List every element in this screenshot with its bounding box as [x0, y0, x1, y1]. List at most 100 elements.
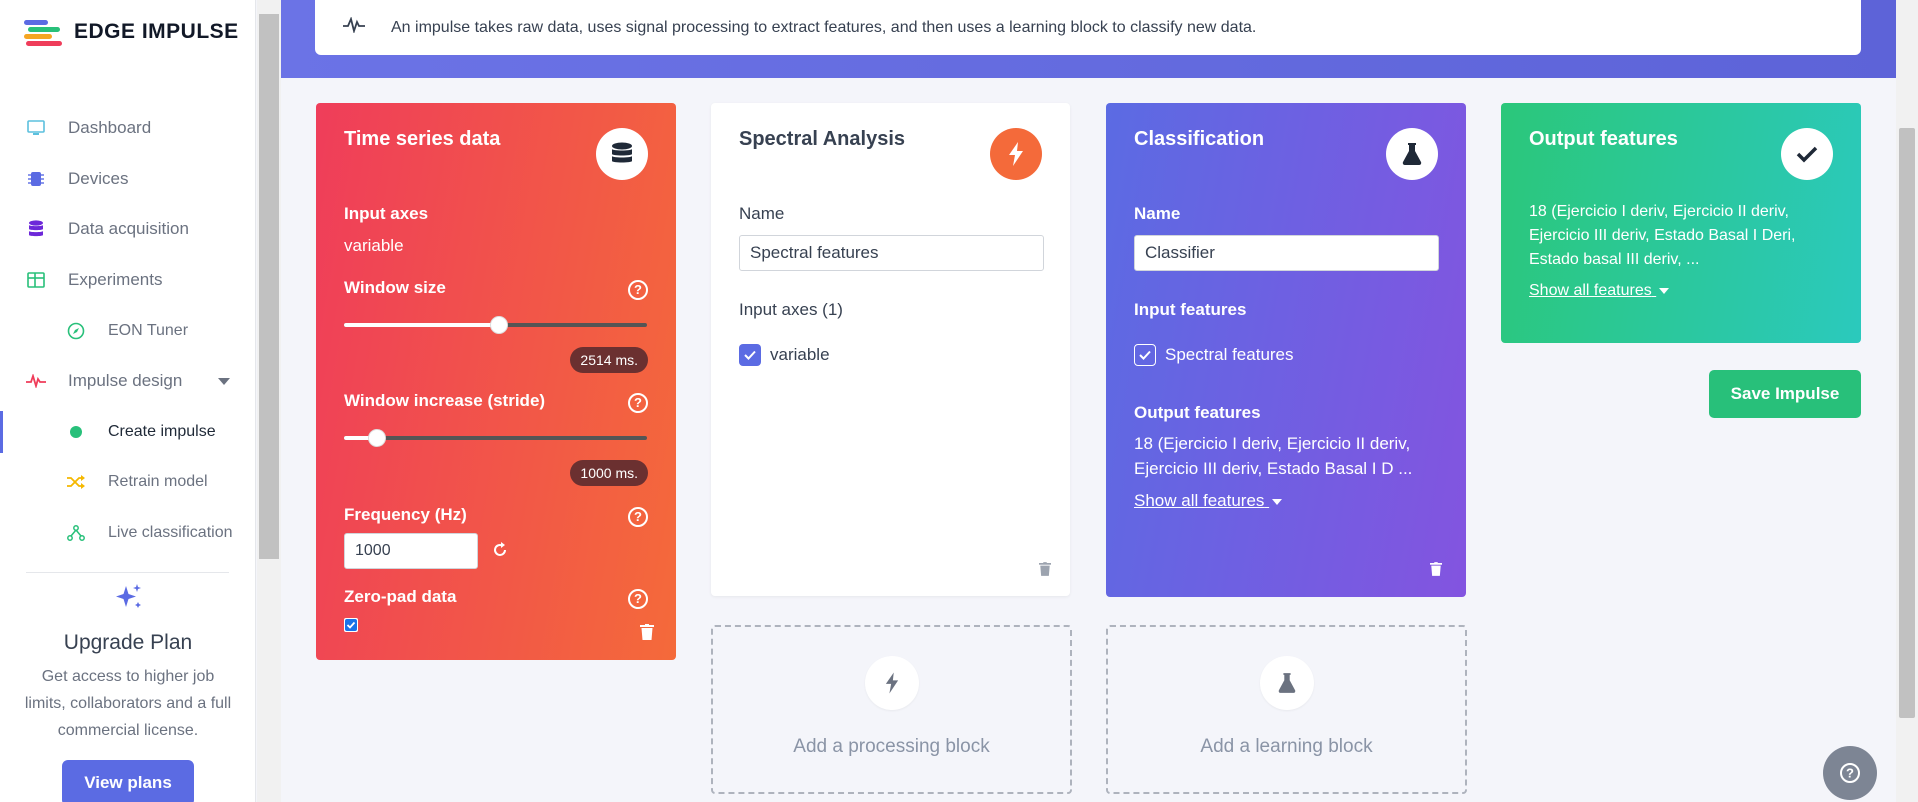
output-features-line: Ejercicio III deriv, Estado Basal I D ..…	[1134, 459, 1413, 478]
flask-icon	[1259, 656, 1314, 710]
database-icon	[596, 128, 648, 180]
block-title: Output features	[1529, 128, 1678, 150]
name-label: Name	[739, 204, 785, 223]
input-axes-label: Input axes (1)	[739, 300, 843, 319]
show-all-features-link[interactable]: Show all features	[1134, 491, 1283, 511]
output-features-line: Estado basal III deriv, ...	[1529, 251, 1700, 268]
trash-icon[interactable]	[1039, 562, 1051, 576]
sparkles-icon	[0, 582, 256, 619]
block-name-input[interactable]	[739, 235, 1044, 271]
upgrade-title: Upgrade Plan	[63, 631, 193, 654]
spectral-analysis-block: Spectral Analysis Name Input axes (1) va…	[711, 103, 1070, 596]
shuffle-icon	[66, 472, 86, 492]
upgrade-text: Get access to higher job limits, collabo…	[24, 668, 232, 739]
sidebar-item-label: Experiments	[68, 270, 163, 290]
help-icon[interactable]: ?	[628, 280, 648, 300]
sidebar-item-label: Live classification	[108, 524, 233, 542]
caret-down-icon	[1659, 287, 1670, 294]
sidebar-scrollbar[interactable]	[257, 0, 281, 802]
sidebar-item-devices[interactable]: Devices	[0, 154, 256, 205]
brand-name: EDGE IMPULSE	[74, 20, 239, 43]
edge-impulse-logo-icon	[24, 18, 62, 46]
add-learning-block-label: Add a learning block	[1200, 736, 1373, 757]
refresh-icon[interactable]	[491, 541, 509, 564]
help-icon[interactable]: ?	[628, 589, 648, 609]
input-axes-label: Input axes	[344, 204, 429, 223]
zero-pad-checkbox[interactable]	[344, 618, 358, 632]
sidebar-item-dashboard[interactable]: Dashboard	[0, 103, 256, 154]
sidebar-item-label: Dashboard	[68, 118, 152, 138]
upgrade-panel: Upgrade Plan Get access to higher job li…	[0, 582, 256, 802]
checkmark-icon	[1781, 128, 1833, 180]
dot-icon	[66, 422, 86, 442]
pulse-icon	[343, 16, 365, 38]
feature-label: Spectral features	[1165, 345, 1294, 364]
sidebar-item-eon-tuner[interactable]: EON Tuner	[0, 305, 256, 356]
branch-icon	[66, 523, 86, 543]
banner-text: An impulse takes raw data, uses signal p…	[391, 18, 1257, 36]
lightning-icon	[990, 128, 1042, 180]
sidebar-item-experiments[interactable]: Experiments	[0, 255, 256, 306]
sidebar-item-create-impulse[interactable]: Create impulse	[0, 407, 256, 458]
save-impulse-button[interactable]: Save Impulse	[1709, 370, 1861, 418]
add-learning-block-button[interactable]: Add a learning block	[1106, 625, 1467, 794]
sidebar-divider	[26, 572, 229, 573]
block-name-input[interactable]	[1134, 235, 1439, 271]
zero-pad-label: Zero-pad data	[344, 587, 457, 606]
add-processing-block-button[interactable]: Add a processing block	[711, 625, 1072, 794]
sidebar-item-live-classification[interactable]: Live classification	[0, 508, 256, 559]
monitor-icon	[26, 118, 46, 138]
frequency-label: Frequency (Hz)	[344, 505, 467, 524]
name-label: Name	[1134, 204, 1181, 223]
trash-icon[interactable]	[1430, 562, 1442, 576]
block-title: Classification	[1134, 128, 1265, 150]
page-scrollbar[interactable]	[1896, 0, 1918, 802]
window-size-fill	[344, 323, 499, 327]
trash-icon[interactable]	[640, 624, 654, 640]
output-features-line: 18 (Ejercicio I deriv, Ejercicio II deri…	[1134, 434, 1411, 453]
block-title: Time series data	[344, 128, 501, 150]
input-features-label: Input features	[1134, 300, 1247, 319]
frequency-input[interactable]	[344, 533, 478, 569]
chevron-down-icon	[218, 377, 230, 385]
output-features-block: Output features 18 (Ejercicio I deriv, E…	[1501, 103, 1861, 343]
brand-logo[interactable]: EDGE IMPULSE	[24, 18, 239, 46]
output-features-label: Output features	[1134, 403, 1261, 422]
output-features-line: Ejercicio III deriv, Estado Basal I Deri…	[1529, 227, 1796, 244]
sidebar-nav: Dashboard Devices Data acquisition Exper…	[0, 103, 256, 558]
show-all-features-link[interactable]: Show all features	[1529, 282, 1670, 300]
help-icon[interactable]: ?	[628, 507, 648, 527]
sidebar-item-label: Impulse design	[68, 371, 183, 391]
window-increase-handle[interactable]	[368, 429, 387, 447]
window-increase-slider[interactable]	[344, 429, 647, 447]
impulse-info-banner: An impulse takes raw data, uses signal p…	[315, 0, 1861, 55]
axis-checkbox[interactable]	[739, 344, 761, 366]
caret-down-icon	[1272, 498, 1283, 505]
sidebar-item-data-acquisition[interactable]: Data acquisition	[0, 204, 256, 255]
sidebar-item-label: Retrain model	[108, 473, 208, 491]
axis-label: variable	[770, 345, 830, 364]
help-icon[interactable]: ?	[628, 393, 648, 413]
window-size-value: 2514 ms.	[570, 347, 648, 373]
sidebar-item-label: EON Tuner	[108, 321, 189, 339]
question-icon: ?	[1840, 763, 1860, 783]
window-size-slider[interactable]	[344, 316, 647, 334]
svg-text:?: ?	[1846, 766, 1854, 781]
sidebar: EDGE IMPULSE Dashboard Devices Data acqu…	[0, 0, 256, 802]
time-series-block: Time series data Input axes variable Win…	[316, 103, 676, 660]
window-size-handle[interactable]	[489, 316, 508, 334]
add-processing-block-label: Add a processing block	[793, 736, 990, 757]
table-icon	[26, 270, 46, 290]
lightning-icon	[864, 656, 919, 710]
window-increase-value: 1000 ms.	[570, 460, 648, 486]
sidebar-item-retrain-model[interactable]: Retrain model	[0, 457, 256, 508]
help-button[interactable]: ?	[1823, 746, 1877, 800]
window-size-label: Window size	[344, 278, 446, 297]
view-plans-button[interactable]: View plans	[62, 760, 194, 802]
sidebar-item-label: Data acquisition	[68, 219, 189, 239]
chip-icon	[26, 169, 46, 189]
feature-checkbox[interactable]	[1134, 344, 1156, 366]
window-increase-label: Window increase (stride)	[344, 391, 546, 410]
sidebar-item-impulse-design[interactable]: Impulse design	[0, 356, 256, 407]
compass-icon	[66, 321, 86, 341]
